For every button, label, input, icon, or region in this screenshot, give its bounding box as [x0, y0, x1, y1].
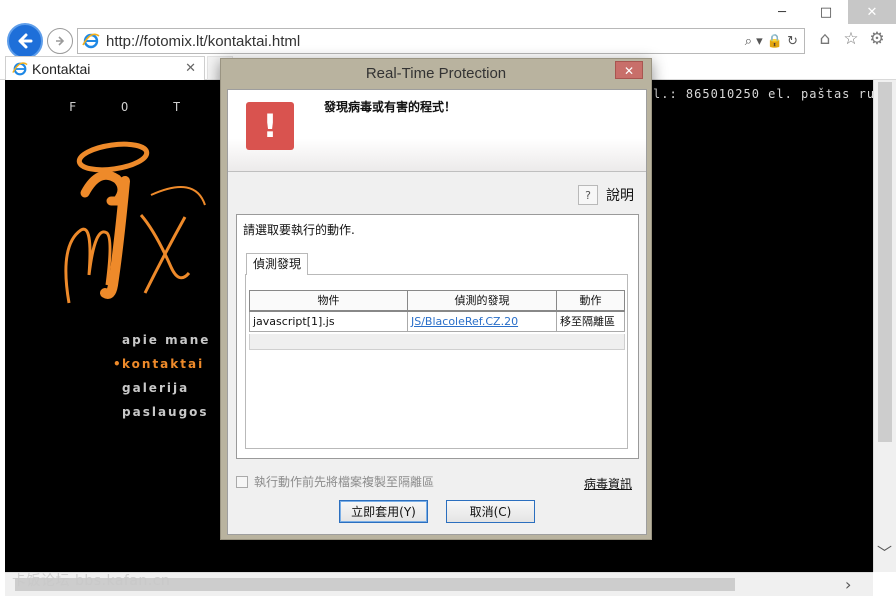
maximize-button[interactable]: □	[804, 0, 848, 24]
virus-info-link[interactable]: 病毒資訊	[584, 475, 632, 492]
finding-link[interactable]: JS/BlacoleRef.CZ.20	[407, 310, 557, 332]
dialog-header: ! 發現病毒或有害的程式！	[228, 90, 646, 172]
toolbar-icons: ⌂ ☆ ⚙	[815, 29, 887, 49]
back-arrow-icon	[18, 33, 33, 49]
contact-strip: l.: 865010250 el. paštas ruta@	[653, 87, 873, 101]
site-nav: apie mane • kontaktai galerija paslaugos	[113, 332, 210, 428]
nav-paslaugos[interactable]: paslaugos	[122, 404, 210, 428]
column-header-finding[interactable]: 偵測的發現	[407, 290, 557, 312]
scroll-right-icon[interactable]: ›	[845, 575, 851, 594]
table-empty-row	[249, 334, 625, 350]
help-question-icon[interactable]: ?	[578, 185, 598, 205]
nav-apie-mane[interactable]: apie mane	[122, 332, 210, 356]
help-label[interactable]: 說明	[606, 185, 634, 205]
url-text: http://fotomix.lt/kontaktai.html	[106, 32, 301, 50]
detections-panel: 物件 偵測的發現 動作 javascript[1].js JS/BlacoleR…	[245, 274, 628, 449]
copy-to-quarantine-checkbox[interactable]	[236, 475, 248, 488]
nav-kontaktai-label: kontaktai	[122, 357, 205, 371]
address-bar[interactable]: http://fotomix.lt/kontaktai.html ⌕ ▾ 🔒 ↻	[77, 28, 805, 54]
forward-arrow-icon	[56, 36, 65, 46]
brand-letter: T	[173, 100, 181, 114]
vertical-scroll-thumb[interactable]	[878, 82, 892, 442]
close-window-button[interactable]: ✕	[848, 0, 896, 24]
realtime-protection-dialog: Real-Time Protection ✕ ! 發現病毒或有害的程式！ ? 說…	[220, 58, 652, 540]
detections-table: 物件 偵測的發現 動作 javascript[1].js JS/BlacoleR…	[249, 290, 625, 332]
apply-now-button[interactable]: 立即套用(Y)	[339, 500, 428, 523]
dialog-title: Real-Time Protection	[365, 65, 507, 82]
home-icon[interactable]: ⌂	[815, 29, 835, 49]
brand-letter: F	[69, 100, 77, 114]
tab-ie-icon	[12, 61, 28, 75]
minimize-button[interactable]: ─	[760, 0, 804, 24]
address-controls[interactable]: ⌕ ▾ 🔒 ↻	[745, 34, 798, 49]
dialog-body: ! 發現病毒或有害的程式！ ? 說明 請選取要執行的動作. 偵測發現 物件 偵測…	[227, 89, 647, 535]
dialog-close-button[interactable]: ✕	[615, 61, 643, 79]
forward-button[interactable]	[47, 28, 73, 54]
action-prompt: 請選取要執行的動作.	[243, 223, 355, 237]
tab-title: Kontaktai	[32, 60, 91, 77]
action-box: 請選取要執行的動作. 偵測發現 物件 偵測的發現 動作 javascript[1…	[236, 214, 639, 459]
tab-kontaktai[interactable]: Kontaktai ✕	[5, 56, 205, 80]
alert-message: 發現病毒或有害的程式！	[324, 100, 457, 114]
nav-kontaktai[interactable]: • kontaktai	[113, 356, 210, 380]
cell-object: javascript[1].js	[249, 310, 408, 332]
scroll-down-icon[interactable]: ﹀	[877, 542, 892, 563]
tab-detections[interactable]: 偵測發現	[246, 253, 309, 275]
tab-close-icon[interactable]: ✕	[185, 61, 196, 76]
copy-to-quarantine-label: 執行動作前先將檔案複製至隔離區	[254, 475, 435, 489]
back-button[interactable]	[7, 23, 43, 59]
column-header-action[interactable]: 動作	[556, 290, 625, 312]
brand-letter: O	[121, 100, 129, 114]
column-header-object[interactable]: 物件	[249, 290, 408, 312]
exclamation-icon: !	[246, 102, 294, 150]
help-link[interactable]: ? 說明	[578, 185, 634, 205]
watermark: 卡饭论坛 bbs.kafan.cn	[12, 573, 171, 589]
cell-action[interactable]: 移至隔離區	[556, 310, 625, 332]
fotomix-logo	[64, 141, 206, 304]
nav-galerija[interactable]: galerija	[122, 380, 210, 404]
copy-to-quarantine-option: 執行動作前先將檔案複製至隔離區	[236, 473, 434, 490]
settings-gear-icon[interactable]: ⚙	[867, 29, 887, 49]
favorites-star-icon[interactable]: ☆	[841, 29, 861, 49]
active-dot-icon: •	[113, 357, 123, 371]
vertical-scrollbar[interactable]: ﹀	[873, 80, 896, 572]
ie-logo-icon	[82, 33, 100, 49]
table-row[interactable]: javascript[1].js JS/BlacoleRef.CZ.20 移至隔…	[249, 310, 625, 332]
cancel-button[interactable]: 取消(C)	[446, 500, 535, 523]
window-controls: ─ □ ✕	[760, 0, 896, 26]
